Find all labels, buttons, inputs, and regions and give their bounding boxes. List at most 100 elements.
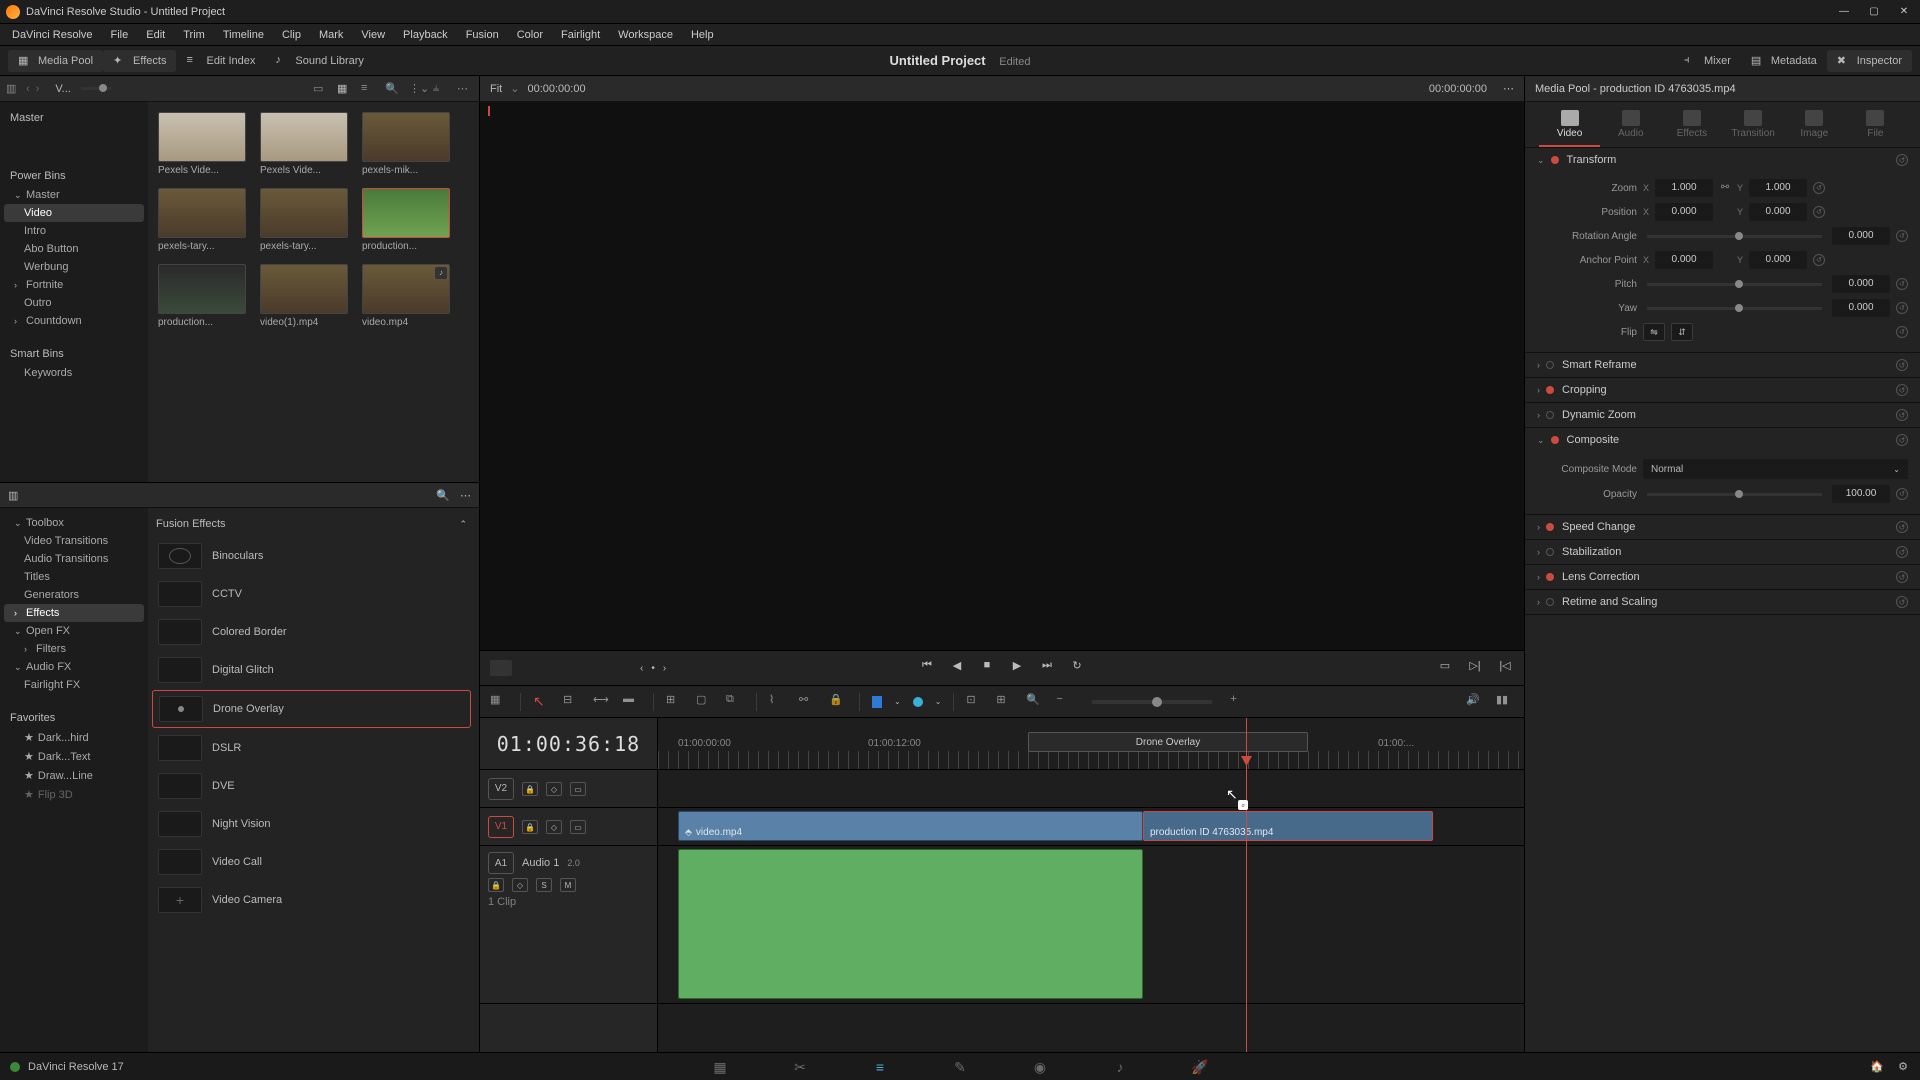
fit-dropdown[interactable]: Fit: [490, 83, 502, 95]
reset-icon[interactable]: ↺: [1813, 182, 1825, 194]
inspector-tab-video[interactable]: Video: [1539, 110, 1600, 147]
fx-filters[interactable]: ›Filters: [4, 640, 144, 658]
search-icon[interactable]: 🔍: [385, 82, 401, 96]
power-bins-header[interactable]: Power Bins: [4, 166, 144, 186]
track-auto-icon[interactable]: ◇: [546, 820, 562, 834]
bin-keywords[interactable]: Keywords: [4, 364, 144, 382]
bin-intro[interactable]: Intro: [4, 222, 144, 240]
timeline-view-icon[interactable]: ▦: [490, 693, 508, 711]
section-retime[interactable]: ›Retime and Scaling↺: [1525, 590, 1920, 614]
pos-x-input[interactable]: 0.000: [1655, 203, 1713, 221]
pos-y-input[interactable]: 0.000: [1749, 203, 1807, 221]
effects-panel-icon[interactable]: ▥: [8, 489, 18, 502]
audio-solo-icon[interactable]: S: [536, 878, 552, 892]
monitor-audio-icon[interactable]: 🔊: [1466, 693, 1484, 711]
fx-fav-0[interactable]: ★ Dark...hird: [4, 728, 144, 747]
reset-icon[interactable]: ↺: [1896, 521, 1908, 533]
options-icon[interactable]: ⋯: [457, 82, 473, 96]
section-dynamic-zoom[interactable]: ›Dynamic Zoom↺: [1525, 403, 1920, 427]
track-auto-icon[interactable]: ◇: [546, 782, 562, 796]
clip-thumb[interactable]: Pexels Vide...: [158, 112, 246, 176]
home-icon[interactable]: 🏠: [1870, 1060, 1884, 1073]
audio-rec-icon[interactable]: ◇: [512, 878, 528, 892]
reset-icon[interactable]: ↺: [1896, 359, 1908, 371]
fx-item[interactable]: DSLR: [152, 730, 471, 766]
menu-playback[interactable]: Playback: [395, 27, 456, 43]
metadata-toggle[interactable]: ▤ Metadata: [1741, 50, 1827, 72]
reset-icon[interactable]: ↺: [1896, 546, 1908, 558]
timeline-ruler[interactable]: 01:00:00:00 01:00:12:00 01:00:... Drone …: [658, 718, 1524, 770]
view-metadata-icon[interactable]: ▭: [313, 82, 329, 96]
link-icon[interactable]: ⚯: [799, 693, 817, 711]
fx-titles[interactable]: Titles: [4, 568, 144, 586]
page-cut-icon[interactable]: ✂: [790, 1059, 810, 1075]
track-header-a1[interactable]: A1 Audio 1 2.0 🔒 ◇ S M 1 Clip: [480, 846, 657, 1004]
smart-bins-header[interactable]: Smart Bins: [4, 344, 144, 364]
page-edit-icon[interactable]: ≡: [870, 1059, 890, 1075]
menu-view[interactable]: View: [353, 27, 393, 43]
zoom-slider[interactable]: [1092, 700, 1212, 704]
fx-fairlight[interactable]: Fairlight FX: [4, 676, 144, 694]
fx-audio-trans[interactable]: Audio Transitions: [4, 550, 144, 568]
viewer[interactable]: [480, 102, 1524, 650]
fx-item[interactable]: Binoculars: [152, 538, 471, 574]
yaw-input[interactable]: 0.000: [1832, 299, 1890, 317]
close-button[interactable]: ✕: [1898, 6, 1910, 18]
bin-master[interactable]: ⌄Master: [4, 186, 144, 204]
fx-toolbox[interactable]: ⌄Toolbox: [4, 514, 144, 532]
timecode-display[interactable]: 01:00:36:18: [480, 718, 657, 770]
reset-icon[interactable]: ↺: [1896, 409, 1908, 421]
filter-icon[interactable]: ⫨: [433, 82, 449, 96]
detail-zoom-icon[interactable]: ⊞: [996, 693, 1014, 711]
fx-item[interactable]: Colored Border: [152, 614, 471, 650]
effects-options-icon[interactable]: ⋯: [460, 489, 471, 502]
section-stabilization[interactable]: ›Stabilization↺: [1525, 540, 1920, 564]
reset-icon[interactable]: ↺: [1896, 488, 1908, 500]
audio-mute-icon[interactable]: M: [560, 878, 576, 892]
match-frame-icon[interactable]: ▭: [1436, 659, 1454, 677]
track-v2[interactable]: [658, 770, 1524, 808]
effects-search-icon[interactable]: 🔍: [436, 489, 450, 502]
bin-list-icon[interactable]: ▥: [6, 82, 20, 96]
page-deliver-icon[interactable]: 🚀: [1190, 1059, 1210, 1075]
bin-werbung[interactable]: Werbung: [4, 258, 144, 276]
reset-icon[interactable]: ↺: [1896, 278, 1908, 290]
menu-help[interactable]: Help: [683, 27, 722, 43]
anchor-x-input[interactable]: 0.000: [1655, 251, 1713, 269]
sound-library-toggle[interactable]: ♪ Sound Library: [265, 50, 374, 72]
track-lock-icon[interactable]: 🔒: [522, 820, 538, 834]
fx-list-header[interactable]: Fusion Effects⌃: [152, 512, 471, 536]
bin-countdown[interactable]: ›Countdown: [4, 312, 144, 330]
section-speed[interactable]: ›Speed Change↺: [1525, 515, 1920, 539]
page-color-icon[interactable]: ◉: [1030, 1059, 1050, 1075]
fx-item[interactable]: DVE: [152, 768, 471, 804]
reset-icon[interactable]: ↺: [1896, 154, 1908, 166]
anchor-y-input[interactable]: 0.000: [1749, 251, 1807, 269]
lock-icon[interactable]: 🔒: [829, 693, 847, 711]
insert-clip-icon[interactable]: ⊞: [666, 693, 684, 711]
fx-item[interactable]: Video Call: [152, 844, 471, 880]
reset-icon[interactable]: ↺: [1813, 206, 1825, 218]
flip-v-button[interactable]: ⇵: [1671, 323, 1693, 341]
opacity-slider[interactable]: [1647, 493, 1822, 496]
stop-icon[interactable]: ■: [978, 659, 996, 677]
flip-h-button[interactable]: ⇋: [1643, 323, 1665, 341]
track-header-v2[interactable]: V2 🔒 ◇ ▭: [480, 770, 657, 808]
view-list-icon[interactable]: ≡: [361, 82, 377, 96]
flag-icon[interactable]: [872, 696, 882, 708]
reset-icon[interactable]: ↺: [1896, 384, 1908, 396]
pitch-slider[interactable]: [1647, 283, 1822, 286]
nav-back-icon[interactable]: ‹: [26, 83, 30, 95]
fx-item[interactable]: Digital Glitch: [152, 652, 471, 688]
reset-icon[interactable]: ↺: [1896, 571, 1908, 583]
page-media-icon[interactable]: ▦: [710, 1059, 730, 1075]
menu-clip[interactable]: Clip: [274, 27, 309, 43]
fx-fav-3[interactable]: ★ Flip 3D: [4, 785, 144, 804]
fx-item[interactable]: Drone Overlay: [152, 690, 471, 728]
selection-tool-icon[interactable]: ↖: [533, 693, 551, 711]
menu-timeline[interactable]: Timeline: [215, 27, 272, 43]
fx-item[interactable]: CCTV: [152, 576, 471, 612]
snap-icon[interactable]: ⌇: [769, 693, 787, 711]
reset-icon[interactable]: ↺: [1896, 326, 1908, 338]
track-lock-icon[interactable]: 🔒: [522, 782, 538, 796]
